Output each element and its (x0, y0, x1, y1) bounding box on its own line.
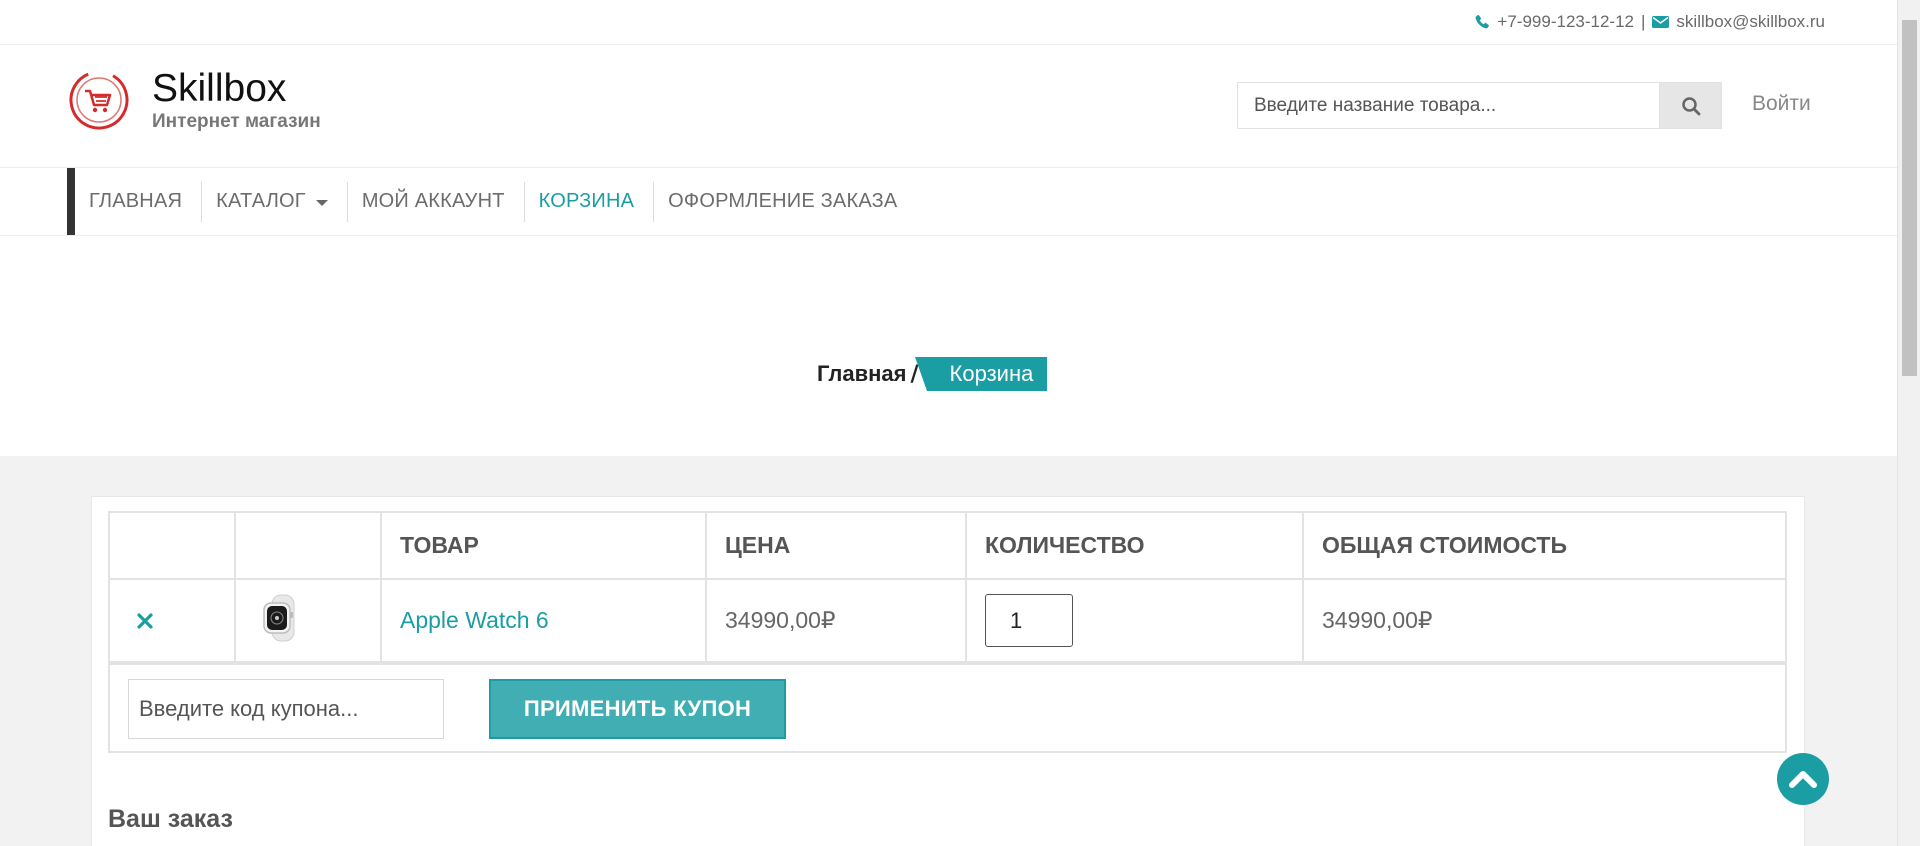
nav-item-label: КАТАЛОГ (216, 190, 306, 212)
envelope-icon (1652, 15, 1670, 29)
col-header-quantity: КОЛИЧЕСТВО (965, 513, 1304, 580)
col-header-total: ОБЩАЯ СТОИМОСТЬ (1302, 513, 1785, 580)
nav-item-checkout[interactable]: ОФОРМЛЕНИЕ ЗАКАЗА (654, 182, 916, 222)
price-cell: 34990,00₽ (705, 578, 967, 663)
col-header-image (234, 513, 382, 580)
header-area: +7-999-123-12-12 | skillbox@skillbox.ru (0, 0, 1897, 456)
contacts: +7-999-123-12-12 | skillbox@skillbox.ru (1474, 12, 1825, 32)
nav-item-label: ОФОРМЛЕНИЕ ЗАКАЗА (668, 190, 898, 212)
scroll-to-top-button[interactable] (1777, 753, 1829, 805)
order-title: Ваш заказ (108, 805, 233, 833)
search-icon (1681, 96, 1700, 115)
coupon-row: ПРИМЕНИТЬ КУПОН (110, 663, 1785, 751)
page-scrollbar[interactable] (1897, 0, 1920, 846)
product-link[interactable]: Apple Watch 6 (400, 607, 549, 633)
cart-table: ТОВАР ЦЕНА КОЛИЧЕСТВО ОБЩАЯ СТОИМОСТЬ Ap… (110, 513, 1785, 663)
login-link[interactable]: Войти (1752, 92, 1811, 116)
search-button[interactable] (1659, 82, 1722, 129)
nav-item-label: МОЙ АККАУНТ (361, 190, 505, 212)
nav-item-label: ГЛАВНАЯ (89, 190, 183, 212)
product-name-cell: Apple Watch 6 (380, 578, 707, 663)
cart-table-wrapper: ТОВАР ЦЕНА КОЛИЧЕСТВО ОБЩАЯ СТОИМОСТЬ Ap… (108, 511, 1787, 753)
product-thumbnail[interactable] (234, 578, 382, 663)
col-header-remove (110, 513, 236, 580)
nav-item-home[interactable]: ГЛАВНАЯ (75, 181, 203, 222)
chevron-up-icon (1789, 771, 1817, 788)
breadcrumb-home[interactable]: Главная (817, 361, 906, 387)
logo-title: Skillbox (152, 67, 287, 110)
logo-subtitle: Интернет магазин (152, 111, 321, 132)
quantity-input[interactable] (985, 594, 1073, 647)
page: +7-999-123-12-12 | skillbox@skillbox.ru (0, 0, 1897, 846)
nav-item-account[interactable]: МОЙ АККАУНТ (348, 181, 525, 222)
search-form (1237, 82, 1722, 129)
cart-icon (69, 70, 129, 130)
topbar: +7-999-123-12-12 | skillbox@skillbox.ru (0, 0, 1897, 45)
caret-down-icon (315, 200, 328, 206)
logo[interactable]: Skillbox Интернет магазин (68, 67, 321, 133)
table-header-row: ТОВАР ЦЕНА КОЛИЧЕСТВО ОБЩАЯ СТОИМОСТЬ (110, 513, 1785, 580)
total-cell: 34990,00₽ (1302, 578, 1785, 663)
contact-separator: | (1641, 12, 1646, 31)
nav-item-label: КОРЗИНА (538, 190, 635, 212)
coupon-input[interactable] (128, 679, 444, 739)
watch-icon (263, 594, 295, 641)
breadcrumb-current: Корзина (914, 357, 1048, 391)
nav-item-catalog[interactable]: КАТАЛОГ (202, 181, 348, 222)
col-header-price: ЦЕНА (705, 513, 967, 580)
col-header-product: ТОВАР (380, 513, 707, 580)
main-nav: ГЛАВНАЯ КАТАЛОГ МОЙ АККАУНТ КОРЗИНА ОФОР… (0, 168, 1897, 236)
breadcrumb: Главная / Корзина (817, 357, 1048, 391)
phone-number[interactable]: +7-999-123-12-12 (1497, 12, 1634, 32)
email-address[interactable]: skillbox@skillbox.ru (1676, 12, 1825, 32)
scrollbar-thumb[interactable] (1902, 20, 1917, 376)
site-header: Skillbox Интернет магазин Войти (0, 45, 1897, 168)
search-input[interactable] (1237, 82, 1659, 129)
apply-coupon-button[interactable]: ПРИМЕНИТЬ КУПОН (489, 679, 786, 739)
quantity-cell (965, 578, 1304, 663)
close-icon (137, 612, 153, 629)
remove-item-button[interactable] (110, 578, 236, 663)
nav-item-cart[interactable]: КОРЗИНА (525, 181, 655, 222)
phone-icon (1474, 14, 1490, 30)
table-row: Apple Watch 6 34990,00₽ 34990,00₽ (110, 578, 1785, 663)
nav-accent-bar (67, 168, 75, 235)
